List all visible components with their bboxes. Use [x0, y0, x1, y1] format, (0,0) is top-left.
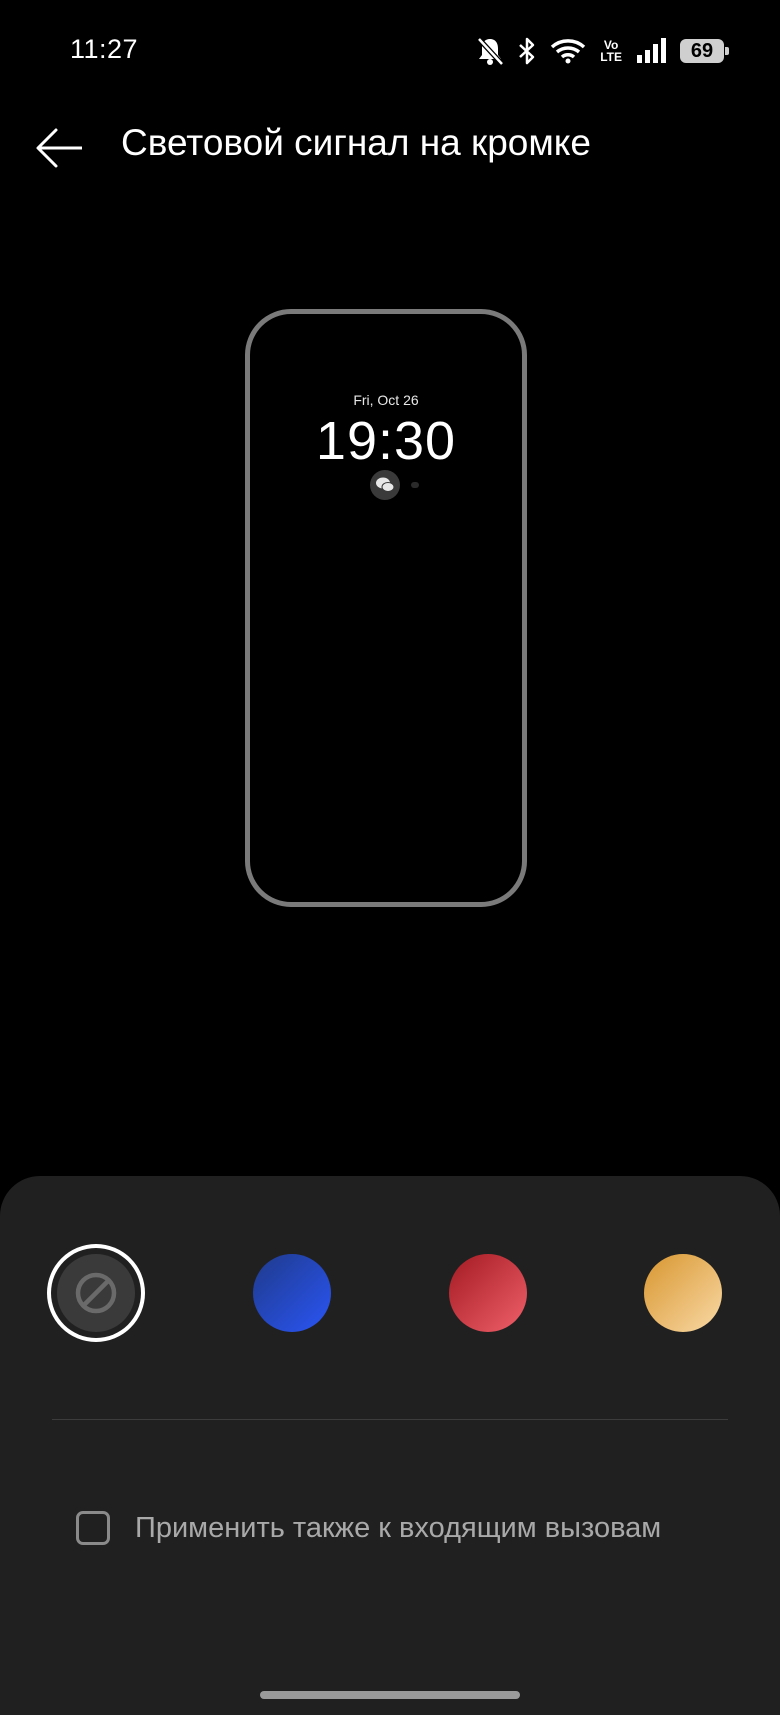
color-option-blue[interactable]: [253, 1254, 331, 1332]
battery-icon: 69: [680, 39, 729, 63]
status-bar: 11:27 Vo LTE 69: [0, 0, 780, 100]
volte-icon: Vo LTE: [600, 39, 622, 63]
bluetooth-icon: [518, 36, 536, 66]
status-icons: Vo LTE 69: [476, 34, 729, 68]
incoming-calls-checkbox[interactable]: [76, 1511, 110, 1545]
color-option-none[interactable]: [57, 1254, 135, 1332]
home-indicator[interactable]: [260, 1691, 520, 1699]
bottom-sheet: Применить также к входящим вызовам: [0, 1176, 780, 1715]
wechat-icon: [370, 470, 400, 500]
bell-muted-icon: [476, 36, 505, 66]
preview-date: Fri, Oct 26: [353, 392, 419, 408]
arrow-left-icon: [36, 128, 82, 168]
color-option-gold[interactable]: [644, 1254, 722, 1332]
color-option-red[interactable]: [449, 1254, 527, 1332]
divider: [52, 1419, 728, 1420]
page-title: Световой сигнал на кромке: [121, 122, 591, 163]
incoming-calls-label: Применить также к входящим вызовам: [135, 1511, 662, 1544]
edge-lighting-screen: 11:27 Vo LTE 69 Световой сигнал на кромк…: [0, 0, 780, 1715]
notification-dot: [411, 482, 419, 488]
incoming-calls-option[interactable]: Применить также к входящим вызовам: [76, 1508, 661, 1548]
header: Световой сигнал на кромке: [0, 104, 780, 184]
preview-clock: 19:30: [315, 411, 457, 471]
signal-icon: [636, 37, 666, 65]
volte-bottom-label: LTE: [600, 50, 622, 64]
status-time: 11:27: [70, 34, 139, 64]
disabled-icon: [75, 1272, 117, 1314]
wifi-icon: [550, 37, 586, 65]
phone-preview: Fri, Oct 26 19:30: [245, 309, 527, 907]
back-button[interactable]: [30, 118, 90, 178]
